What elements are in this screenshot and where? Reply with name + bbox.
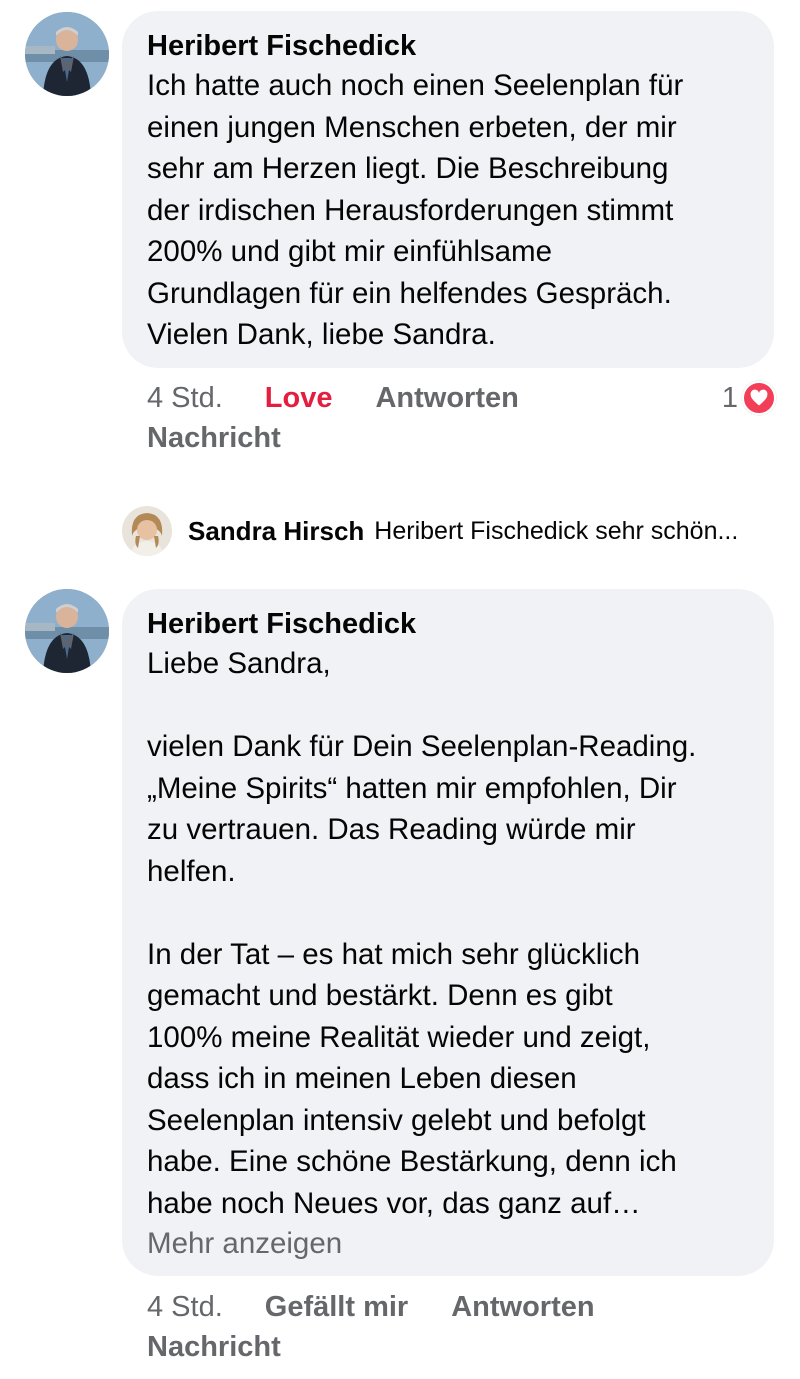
avatar[interactable]	[25, 12, 109, 96]
comment-text: Liebe Sandra, vielen Dank für Dein Seele…	[147, 647, 697, 1220]
avatar[interactable]	[122, 506, 172, 556]
profile-photo	[25, 589, 109, 673]
reply-button[interactable]: Antworten	[375, 378, 518, 418]
profile-photo	[25, 12, 109, 96]
comment-author[interactable]: Heribert Fischedick	[147, 605, 748, 643]
comment-timestamp[interactable]: 4 Std.	[147, 1287, 223, 1327]
reaction-count: 1	[721, 381, 738, 414]
message-button[interactable]: Nachricht	[147, 418, 281, 458]
avatar[interactable]	[25, 589, 109, 673]
like-button[interactable]: Gefällt mir	[265, 1287, 408, 1327]
comment-author[interactable]: Heribert Fischedick	[147, 27, 748, 65]
comment-actions: 4 Std. Gefällt mir Antworten Nachricht	[147, 1287, 638, 1367]
comment-bubble: Heribert Fischedick Liebe Sandra, vielen…	[122, 589, 774, 1276]
show-more-link[interactable]: Mehr anzeigen	[147, 1224, 748, 1264]
love-reaction-button[interactable]: Love	[265, 378, 333, 418]
reply-preview[interactable]: Sandra Hirsch Heribert Fischedick sehr s…	[122, 506, 782, 556]
comment-timestamp[interactable]: 4 Std.	[147, 378, 223, 418]
reply-text: Heribert Fischedick sehr schön...	[374, 516, 739, 545]
comment-bubble: Heribert Fischedick Ich hatte auch noch …	[122, 11, 774, 368]
comment-actions: 4 Std. Love Antworten Nachricht	[147, 378, 562, 458]
profile-photo	[122, 506, 172, 556]
reply-button[interactable]: Antworten	[451, 1287, 594, 1327]
reaction-summary[interactable]: 1	[722, 378, 776, 418]
heart-icon	[742, 381, 776, 415]
comment-text: Ich hatte auch noch einen Seelenplan für…	[147, 69, 684, 351]
message-button[interactable]: Nachricht	[147, 1327, 281, 1367]
reply-author[interactable]: Sandra Hirsch	[188, 516, 364, 547]
